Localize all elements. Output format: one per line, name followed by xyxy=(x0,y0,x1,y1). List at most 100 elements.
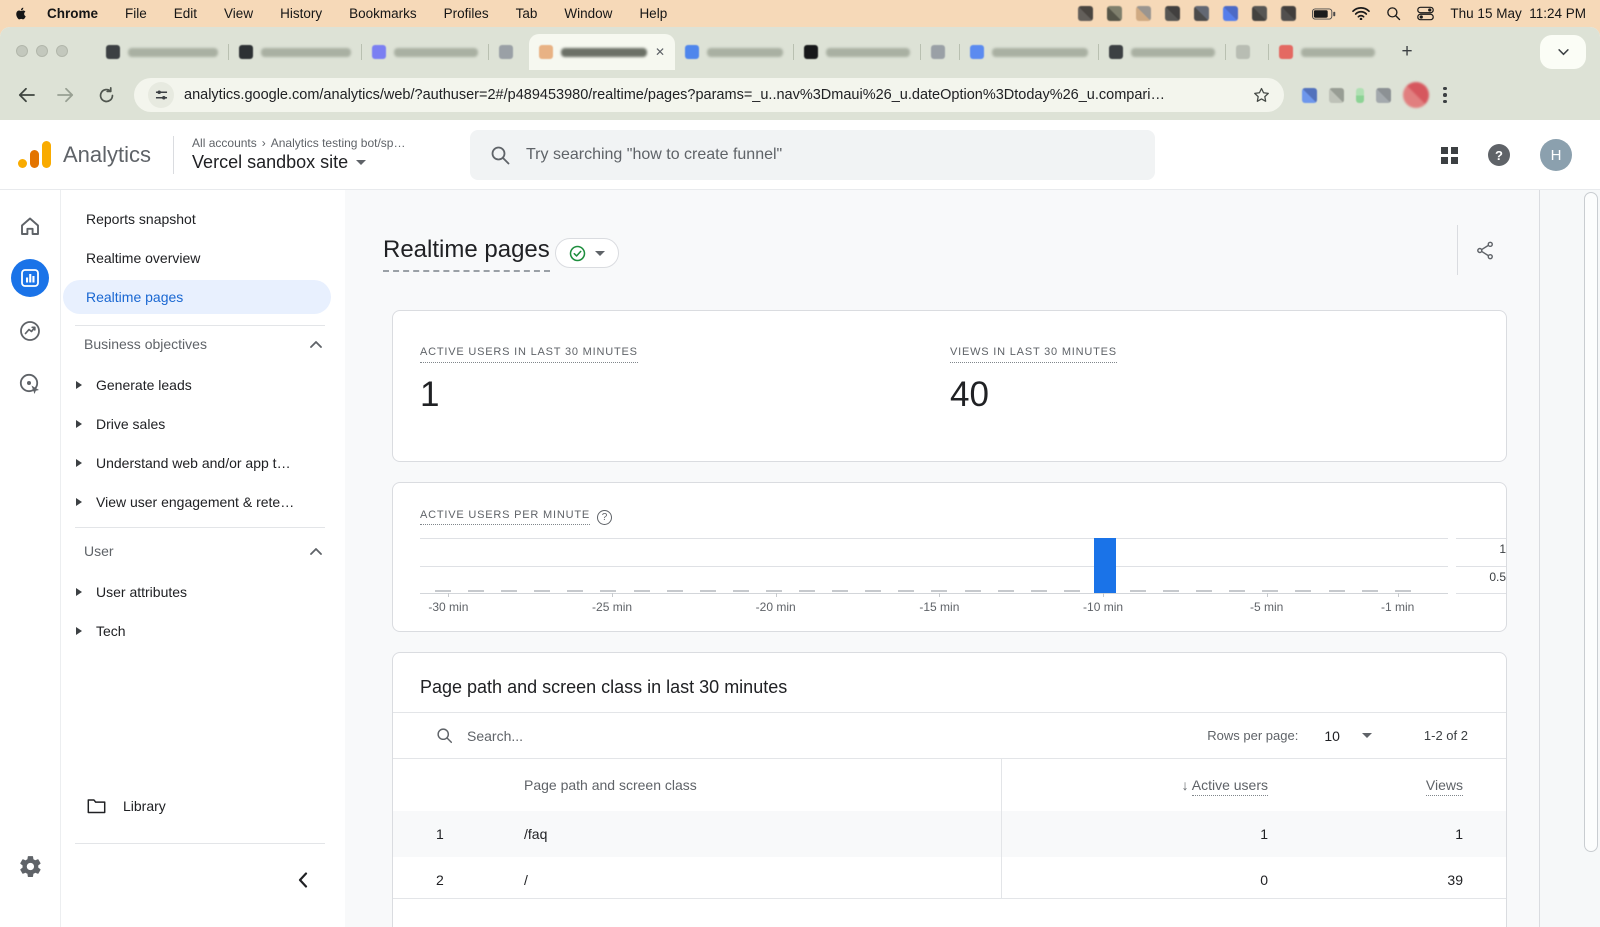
menubar-item-profiles[interactable]: Profiles xyxy=(444,6,489,21)
browser-tab-10[interactable] xyxy=(1099,34,1225,70)
menubar-item-bookmarks[interactable]: Bookmarks xyxy=(349,6,417,21)
menubar-clock[interactable]: Thu 15 May 11:24 PM xyxy=(1450,6,1586,21)
menubar-item-chrome[interactable]: Chrome xyxy=(47,6,98,21)
collapse-section-icon[interactable] xyxy=(310,547,322,555)
expand-arrow-icon[interactable] xyxy=(76,588,82,596)
breadcrumb[interactable]: All accounts › Analytics testing bot/sp… xyxy=(192,136,405,150)
expand-arrow-icon[interactable] xyxy=(76,627,82,635)
browser-tab-2[interactable] xyxy=(229,34,361,70)
browser-tab-9[interactable] xyxy=(960,34,1098,70)
sidebar-item-generate-leads[interactable]: Generate leads xyxy=(76,377,192,393)
column-header-views[interactable]: Views xyxy=(1268,776,1463,796)
collapse-nav-button[interactable] xyxy=(289,866,317,894)
reports-icon-selected[interactable] xyxy=(11,259,49,297)
menubar-item-edit[interactable]: Edit xyxy=(174,6,197,21)
menubar-item-view[interactable]: View xyxy=(224,6,253,21)
extension-icon-3[interactable] xyxy=(1356,87,1364,103)
url-text[interactable]: analytics.google.com/analytics/web/?auth… xyxy=(184,87,1243,103)
sidebar-item-drive-sales[interactable]: Drive sales xyxy=(76,416,165,432)
menubar-item-help[interactable]: Help xyxy=(639,6,667,21)
spotlight-search-icon[interactable] xyxy=(1386,6,1401,21)
menubar-status-app-icons[interactable] xyxy=(1078,6,1297,21)
tab-close-icon[interactable]: ✕ xyxy=(655,45,665,59)
browser-profile-avatar[interactable] xyxy=(1403,82,1429,108)
extension-icon-4[interactable] xyxy=(1376,87,1391,103)
bookmark-star-icon[interactable] xyxy=(1253,87,1270,104)
status-app-icon-1[interactable] xyxy=(1078,6,1094,21)
status-app-icon-2[interactable] xyxy=(1107,6,1123,21)
sidebar-item-realtime-pages[interactable]: Realtime pages xyxy=(63,280,331,314)
tab-search-button[interactable] xyxy=(1540,35,1586,69)
new-tab-button[interactable]: + xyxy=(1393,38,1421,66)
status-app-icon-6[interactable] xyxy=(1223,6,1239,21)
browser-tab-6[interactable] xyxy=(675,34,793,70)
sidebar-item-tech[interactable]: Tech xyxy=(76,623,126,639)
admin-gear-icon[interactable] xyxy=(11,847,49,885)
browser-menu-icon[interactable] xyxy=(1443,86,1447,104)
site-settings-icon[interactable] xyxy=(148,82,174,108)
status-app-icon-4[interactable] xyxy=(1165,6,1181,21)
browser-tab-4[interactable] xyxy=(489,34,529,70)
back-button[interactable] xyxy=(12,81,40,109)
expand-arrow-icon[interactable] xyxy=(76,498,82,506)
explore-icon[interactable] xyxy=(11,312,49,350)
collapse-section-icon[interactable] xyxy=(310,340,322,348)
browser-tab-5-active[interactable]: ✕ xyxy=(529,34,675,70)
home-icon[interactable] xyxy=(11,207,49,245)
advertising-icon[interactable] xyxy=(11,365,49,403)
extension-icon-2[interactable] xyxy=(1329,87,1344,103)
google-apps-grid-icon[interactable] xyxy=(1441,146,1458,164)
expand-arrow-icon[interactable] xyxy=(76,420,82,428)
sidebar-item-realtime-overview[interactable]: Realtime overview xyxy=(63,241,331,275)
property-selector[interactable]: Vercel sandbox site xyxy=(192,152,405,173)
menubar-item-history[interactable]: History xyxy=(280,6,322,21)
sidebar-item-user-attributes[interactable]: User attributes xyxy=(76,584,187,600)
views-label[interactable]: VIEWS IN LAST 30 MINUTES xyxy=(950,346,1117,363)
menubar-item-window[interactable]: Window xyxy=(564,6,612,21)
browser-tab-8[interactable] xyxy=(921,34,959,70)
share-icon[interactable] xyxy=(1471,236,1499,264)
address-bar[interactable]: analytics.google.com/analytics/web/?auth… xyxy=(134,78,1284,112)
chart-help-icon[interactable]: ? xyxy=(596,509,612,525)
browser-tab-1[interactable] xyxy=(96,34,228,70)
close-window-button[interactable] xyxy=(16,45,28,57)
column-header-page-path[interactable]: Page path and screen class xyxy=(481,777,1001,793)
table-row-1[interactable]: 1/faq 1 1 xyxy=(393,811,1506,857)
extension-icons[interactable] xyxy=(1302,82,1429,108)
zoom-window-button[interactable] xyxy=(56,45,68,57)
browser-tab-12[interactable] xyxy=(1269,34,1385,70)
reload-button[interactable] xyxy=(92,81,120,109)
forward-button[interactable] xyxy=(52,81,80,109)
extension-icon-1[interactable] xyxy=(1302,87,1317,103)
window-controls[interactable] xyxy=(16,45,68,57)
expand-arrow-icon[interactable] xyxy=(76,381,82,389)
section-header-business-objectives[interactable]: Business objectives xyxy=(84,336,322,352)
browser-tab-11[interactable] xyxy=(1226,34,1268,70)
chart-title[interactable]: ACTIVE USERS PER MINUTE xyxy=(420,509,590,525)
control-center-icon[interactable] xyxy=(1417,6,1435,21)
expand-arrow-icon[interactable] xyxy=(76,459,82,467)
column-header-active-users[interactable]: ↓ Active users xyxy=(1001,776,1268,796)
minimize-window-button[interactable] xyxy=(36,45,48,57)
report-status-pill[interactable] xyxy=(555,238,619,268)
rows-per-page-value[interactable]: 10 xyxy=(1324,728,1340,744)
sidebar-item-reports-snapshot[interactable]: Reports snapshot xyxy=(63,202,331,236)
help-icon[interactable]: ? xyxy=(1488,144,1510,166)
browser-tab-7[interactable] xyxy=(794,34,920,70)
sidebar-item-view-user-engagement-rete-[interactable]: View user engagement & rete… xyxy=(76,494,294,510)
breadcrumb-account[interactable]: Analytics testing bot/sp… xyxy=(271,136,406,150)
breadcrumb-all-accounts[interactable]: All accounts xyxy=(192,136,257,150)
table-search-input[interactable]: Search... xyxy=(436,727,523,744)
status-app-icon-3[interactable] xyxy=(1136,6,1152,21)
rows-per-page-caret-icon[interactable] xyxy=(1361,733,1372,738)
account-breadcrumb-block[interactable]: All accounts › Analytics testing bot/sp…… xyxy=(192,136,405,173)
sidebar-item-library[interactable]: Library xyxy=(87,798,166,814)
menubar-item-tab[interactable]: Tab xyxy=(516,6,538,21)
apple-menu-icon[interactable] xyxy=(14,5,29,22)
chart-bar--10min[interactable] xyxy=(1093,538,1116,593)
sidebar-item-understand-web-and-or-app-t-[interactable]: Understand web and/or app t… xyxy=(76,455,291,471)
active-users-label[interactable]: ACTIVE USERS IN LAST 30 MINUTES xyxy=(420,346,638,363)
table-row-2[interactable]: 2 / 0 39 xyxy=(393,857,1506,903)
ga-search-bar[interactable]: Try searching "how to create funnel" xyxy=(470,130,1155,180)
account-avatar[interactable]: H xyxy=(1540,139,1572,171)
